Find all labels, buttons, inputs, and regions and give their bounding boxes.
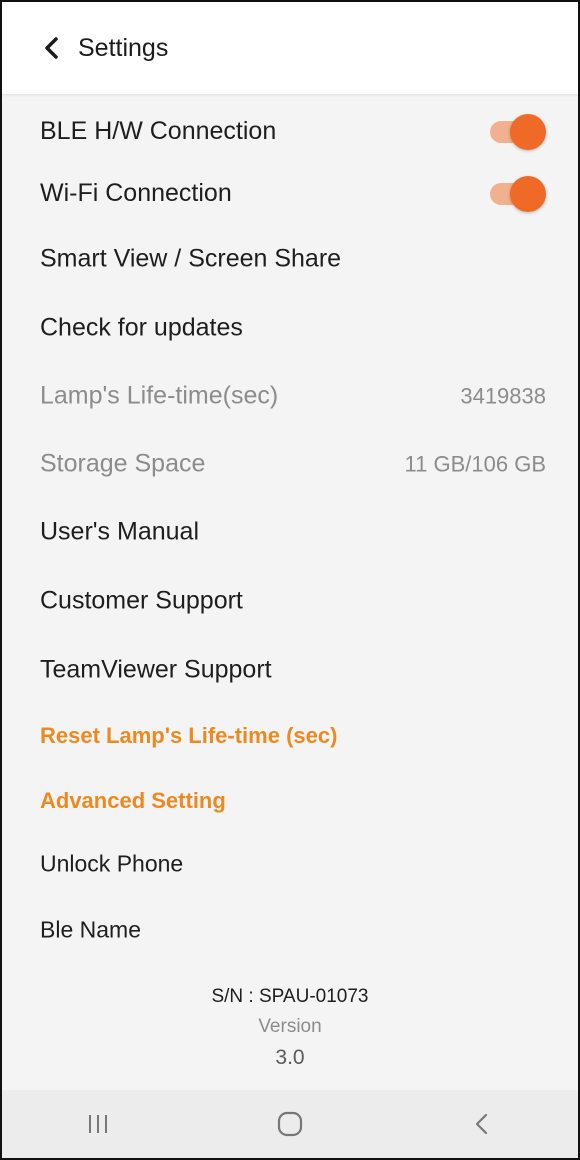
page-title: Settings bbox=[78, 33, 169, 62]
setting-ble-name[interactable]: Ble Name bbox=[2, 917, 578, 944]
recent-apps-icon bbox=[89, 1115, 107, 1133]
setting-storage-space: Storage Space 11 GB/106 GB bbox=[2, 450, 578, 479]
device-info: S/N : SPAU-01073 Version 3.0 bbox=[2, 986, 578, 1070]
setting-ble-connection: BLE H/W Connection bbox=[2, 113, 578, 150]
ble-connection-label: BLE H/W Connection bbox=[40, 116, 277, 145]
toggle-knob bbox=[510, 176, 546, 212]
setting-wifi-connection: Wi-Fi Connection bbox=[2, 175, 578, 212]
version-label: Version bbox=[258, 1016, 322, 1037]
app-bar: Settings bbox=[2, 2, 578, 94]
customer-support-label: Customer Support bbox=[40, 586, 243, 615]
setting-lamp-life: Lamp's Life-time(sec) 3419838 bbox=[2, 382, 578, 411]
recent-apps-button[interactable] bbox=[68, 1099, 128, 1149]
setting-advanced[interactable]: Advanced Setting bbox=[2, 788, 578, 814]
users-manual-label: User's Manual bbox=[40, 517, 199, 546]
home-icon bbox=[277, 1111, 303, 1137]
setting-reset-lamp[interactable]: Reset Lamp's Life-time (sec) bbox=[2, 723, 578, 749]
system-back-button[interactable] bbox=[452, 1099, 512, 1149]
back-icon bbox=[475, 1113, 488, 1135]
toggle-knob bbox=[510, 114, 546, 150]
smart-view-label: Smart View / Screen Share bbox=[40, 244, 342, 273]
storage-space-label: Storage Space bbox=[40, 449, 206, 478]
home-button[interactable] bbox=[260, 1099, 320, 1149]
reset-lamp-label: Reset Lamp's Life-time (sec) bbox=[40, 723, 338, 748]
version-number: 3.0 bbox=[275, 1046, 305, 1069]
chevron-left-icon bbox=[45, 37, 58, 59]
setting-check-updates[interactable]: Check for updates bbox=[2, 314, 578, 343]
wifi-connection-label: Wi-Fi Connection bbox=[40, 178, 232, 207]
unlock-phone-label: Unlock Phone bbox=[40, 850, 184, 877]
ble-connection-toggle[interactable] bbox=[488, 113, 546, 150]
ble-name-label: Ble Name bbox=[40, 916, 141, 943]
setting-smart-view[interactable]: Smart View / Screen Share bbox=[2, 245, 578, 274]
lamp-life-value: 3419838 bbox=[460, 383, 546, 408]
setting-users-manual[interactable]: User's Manual bbox=[2, 518, 578, 547]
check-updates-label: Check for updates bbox=[40, 313, 243, 342]
setting-unlock-phone[interactable]: Unlock Phone bbox=[2, 851, 578, 878]
system-nav-bar bbox=[2, 1090, 578, 1158]
teamviewer-support-label: TeamViewer Support bbox=[40, 655, 272, 684]
back-button[interactable] bbox=[32, 28, 72, 68]
storage-space-value: 11 GB/106 GB bbox=[404, 451, 546, 476]
advanced-setting-label: Advanced Setting bbox=[40, 788, 226, 813]
phone-screen: Settings BLE H/W Connection Wi-Fi Connec… bbox=[0, 0, 580, 1160]
setting-teamviewer-support[interactable]: TeamViewer Support bbox=[2, 656, 578, 685]
lamp-life-label: Lamp's Life-time(sec) bbox=[40, 381, 279, 410]
wifi-connection-toggle[interactable] bbox=[488, 175, 546, 212]
setting-customer-support[interactable]: Customer Support bbox=[2, 587, 578, 616]
serial-number: S/N : SPAU-01073 bbox=[211, 986, 369, 1007]
